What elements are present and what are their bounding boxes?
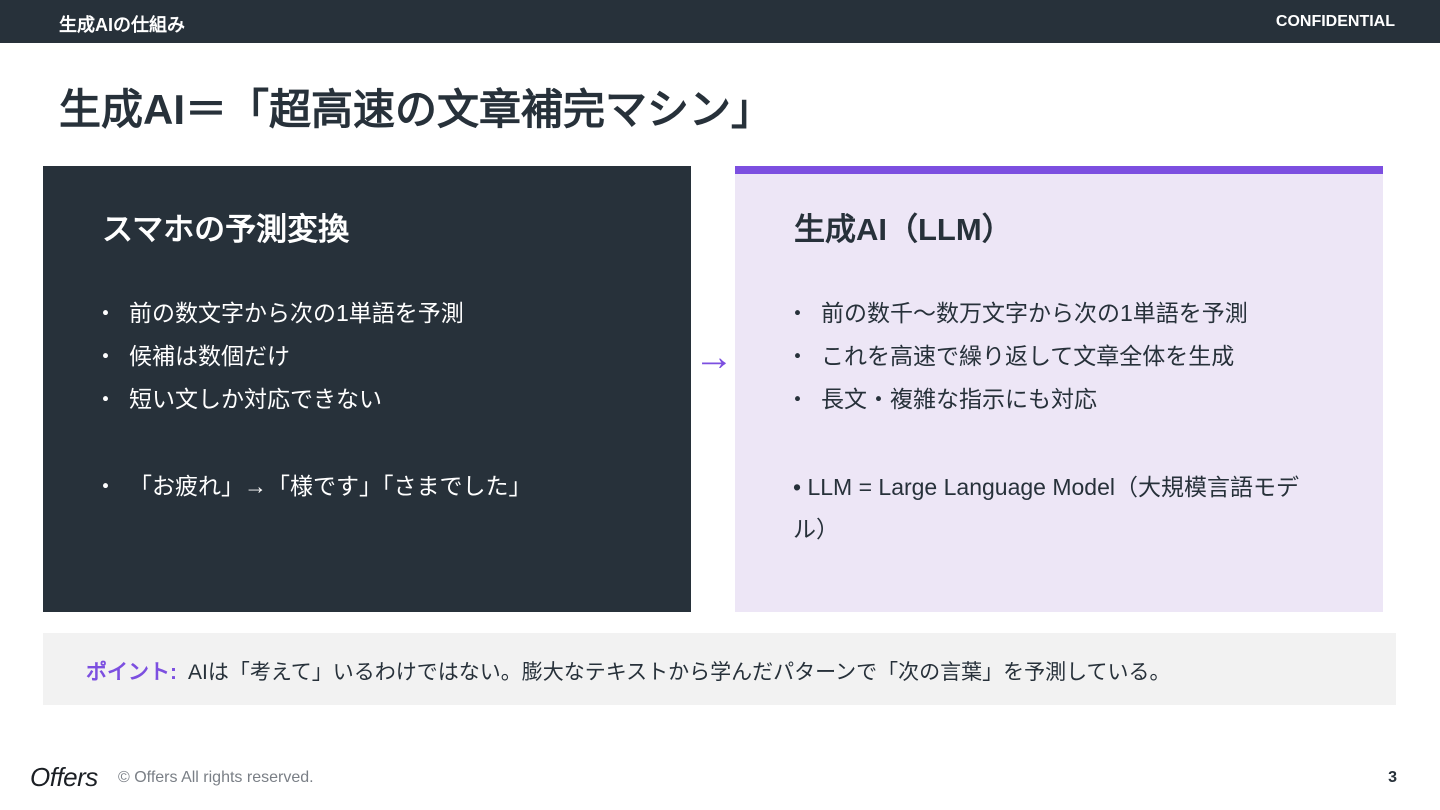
slide-title: 生成AI＝「超高速の文章補完マシン」 [59, 86, 774, 133]
llm-card: 生成AI（LLM） 前の数千〜数万文字から次の1単語を予測 これを高速で繰り返し… [735, 166, 1383, 612]
llm-definition-note: • LLM = Large Language Model（大規模言語モデル） [793, 474, 1299, 542]
card-heading: スマホの予測変換 [102, 212, 350, 247]
bullet-item: 前の数文字から次の1単語を予測 [94, 292, 532, 335]
copyright-text: © Offers All rights reserved. [118, 769, 314, 786]
smartphone-prediction-card: スマホの予測変換 前の数文字から次の1単語を予測 候補は数個だけ 短い文しか対応… [43, 166, 691, 612]
bullet-item: これを高速で繰り返して文章全体を生成 [786, 335, 1248, 378]
card-heading: 生成AI（LLM） [794, 212, 1013, 247]
bullet-item: 長文・複雑な指示にも対応 [786, 378, 1248, 421]
section-title: 生成AIの仕組み [59, 15, 185, 35]
right-arrow-icon: → [694, 335, 734, 379]
bullet-item: 「お疲れ」→「様です」「さまでした」 [94, 465, 531, 508]
top-bar: 生成AIの仕組み CONFIDENTIAL [0, 0, 1440, 43]
bullet-item: 候補は数個だけ [94, 335, 532, 378]
offers-logo: Offers [30, 762, 98, 792]
bullet-list: 前の数文字から次の1単語を予測 候補は数個だけ 短い文しか対応できない 「お疲れ… [94, 292, 532, 508]
key-point-box: ポイント: AIは「考えて」いるわけではない。膨大なテキストから学んだパターンで… [43, 633, 1396, 705]
page-number: 3 [1388, 769, 1397, 786]
confidential-label: CONFIDENTIAL [1275, 13, 1395, 30]
point-text: AIは「考えて」いるわけではない。膨大なテキストから学んだパターンで「次の言葉」… [188, 661, 1171, 684]
point-label: ポイント: [86, 661, 177, 684]
bullet-list: 前の数千〜数万文字から次の1単語を予測 これを高速で繰り返して文章全体を生成 長… [786, 292, 1248, 421]
bullet-item: 短い文しか対応できない [94, 378, 532, 421]
bullet-item: 前の数千〜数万文字から次の1単語を予測 [786, 292, 1248, 335]
